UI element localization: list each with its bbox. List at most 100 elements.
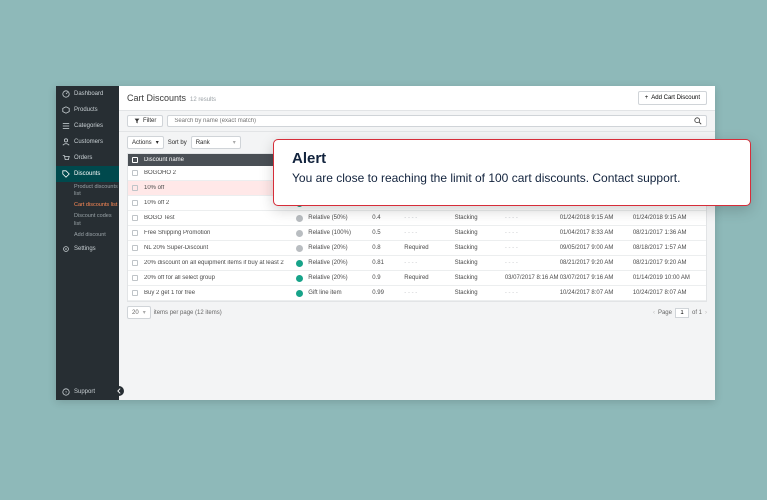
page-next-button[interactable]: › <box>705 310 707 316</box>
cell-name: BOGO Test <box>142 215 290 221</box>
sidebar-item-customers[interactable]: Customers <box>56 134 119 150</box>
cell-calculation: Gift line item <box>308 290 372 296</box>
status-dot-icon <box>296 275 303 282</box>
cell-name: 20% off for all select group <box>142 275 290 281</box>
page-current-input[interactable] <box>675 308 689 318</box>
cell-created: 08/21/2017 9:20 AM <box>560 260 633 266</box>
cell-status <box>290 260 308 267</box>
cell-rank: 0.8 <box>372 245 404 251</box>
cell-status <box>290 245 308 252</box>
row-checkbox[interactable] <box>128 290 142 296</box>
search-icon[interactable] <box>694 117 702 125</box>
cell-rank: 0.4 <box>372 215 404 221</box>
sidebar-label: Dashboard <box>74 91 103 97</box>
cell-name: BOGOHO 2 <box>142 170 290 176</box>
sidebar-item-support[interactable]: ? Support <box>56 384 119 400</box>
cell-modified: 01/24/2018 9:15 AM <box>633 215 706 221</box>
cell-calculation: Relative (20%) <box>308 245 372 251</box>
table-row[interactable]: 20% off for all select group Relative (20… <box>128 271 706 286</box>
sub-add-discount[interactable]: Add discount <box>74 230 119 241</box>
sidebar-collapse-button[interactable] <box>114 386 124 396</box>
filter-button[interactable]: Filter <box>127 115 163 127</box>
status-dot-icon <box>296 245 303 252</box>
person-icon <box>62 138 70 146</box>
sidebar-sub-items: Product discounts list Cart discounts li… <box>56 182 119 241</box>
row-checkbox[interactable] <box>128 230 142 236</box>
cell-store: - - - - <box>505 230 560 236</box>
sidebar-label: Orders <box>74 155 92 161</box>
row-checkbox[interactable] <box>128 185 142 191</box>
sub-cart-discounts[interactable]: Cart discounts list <box>74 200 119 211</box>
table-row[interactable]: Buy 2 get 1 for freeGift line item0.99- … <box>128 286 706 301</box>
cell-modified: 10/24/2017 8:07 AM <box>633 290 706 296</box>
page-lead: Page <box>658 310 672 316</box>
sidebar-item-categories[interactable]: Categories <box>56 118 119 134</box>
cell-mode: Stacking <box>455 260 505 266</box>
sidebar-item-orders[interactable]: Orders <box>56 150 119 166</box>
topbar: Cart Discounts 12 results + Add Cart Dis… <box>119 86 715 111</box>
cell-mode: Stacking <box>455 215 505 221</box>
row-checkbox[interactable] <box>128 215 142 221</box>
row-checkbox[interactable] <box>128 170 142 176</box>
cell-requires: Required <box>404 275 454 281</box>
cell-modified: 08/21/2017 1:36 AM <box>633 230 706 236</box>
sidebar-item-discounts[interactable]: Discounts <box>56 166 119 182</box>
actions-dropdown[interactable]: Actions ▾ <box>127 136 164 149</box>
results-count: 12 results <box>190 97 216 103</box>
cell-calculation: Relative (20%) <box>308 275 372 281</box>
actions-label: Actions <box>132 140 152 146</box>
sub-discount-codes[interactable]: Discount codes list <box>74 211 119 229</box>
title-wrap: Cart Discounts 12 results <box>127 93 216 103</box>
cell-status <box>290 275 308 282</box>
page-tail: of 1 <box>692 310 702 316</box>
row-checkbox[interactable] <box>128 275 142 281</box>
add-button-label: Add Cart Discount <box>651 95 700 101</box>
table-row[interactable]: BOGO TestRelative (50%)0.4- - - -Stackin… <box>128 211 706 226</box>
per-page-dropdown[interactable]: 20 ▾ <box>127 306 151 319</box>
pagination: 20 ▾ items per page (12 items) ‹ Page of… <box>119 302 715 323</box>
sidebar-item-settings[interactable]: Settings <box>56 241 119 257</box>
row-checkbox[interactable] <box>128 200 142 206</box>
alert-body: You are close to reaching the limit of 1… <box>292 171 732 185</box>
row-checkbox[interactable] <box>128 260 142 266</box>
select-all-checkbox[interactable] <box>128 157 142 163</box>
sidebar-item-dashboard[interactable]: Dashboard <box>56 86 119 102</box>
sidebar-item-products[interactable]: Products <box>56 102 119 118</box>
filter-bar: Filter <box>119 111 715 132</box>
cell-created: 03/07/2017 9:16 AM <box>560 275 633 281</box>
cell-requires: Required <box>404 245 454 251</box>
table-row[interactable]: NL 20% Super-DiscountRelative (20%)0.8Re… <box>128 241 706 256</box>
table-row[interactable]: 20% discount on all equipment items if b… <box>128 256 706 271</box>
table-row[interactable]: Free Shipping PromotionRelative (100%)0.… <box>128 226 706 241</box>
sortby-dropdown[interactable]: Rank ▾ <box>191 136 241 149</box>
page-prev-button[interactable]: ‹ <box>653 310 655 316</box>
cell-name: Free Shipping Promotion <box>142 230 290 236</box>
main-area: Cart Discounts 12 results + Add Cart Dis… <box>119 86 715 400</box>
page-title: Cart Discounts <box>127 93 186 103</box>
add-cart-discount-button[interactable]: + Add Cart Discount <box>638 91 707 105</box>
cell-created: 01/24/2018 9:15 AM <box>560 215 633 221</box>
cell-name: 10% off 2 <box>142 200 290 206</box>
search-input[interactable] <box>172 116 694 126</box>
chevron-left-icon <box>116 388 122 394</box>
col-name[interactable]: Discount name <box>142 157 290 163</box>
cell-status <box>290 290 308 297</box>
status-dot-icon <box>296 290 303 297</box>
status-dot-icon <box>296 230 303 237</box>
row-checkbox[interactable] <box>128 245 142 251</box>
caret-down-icon: ▾ <box>143 309 146 316</box>
cell-store: - - - - <box>505 245 560 251</box>
sidebar-label: Customers <box>74 139 103 145</box>
cell-name: Buy 2 get 1 for free <box>142 290 290 296</box>
cell-name: 20% discount on all equipment items if b… <box>142 260 290 266</box>
cell-mode: Stacking <box>455 275 505 281</box>
tag-icon <box>62 170 70 178</box>
cell-modified: 08/18/2017 1:57 AM <box>633 245 706 251</box>
sub-product-discounts[interactable]: Product discounts list <box>74 182 119 200</box>
gear-icon <box>62 245 70 253</box>
speedometer-icon <box>62 90 70 98</box>
sidebar-label: Support <box>74 389 95 395</box>
funnel-icon <box>134 118 140 124</box>
sidebar-label: Settings <box>74 246 96 252</box>
cell-rank: 0.81 <box>372 260 404 266</box>
